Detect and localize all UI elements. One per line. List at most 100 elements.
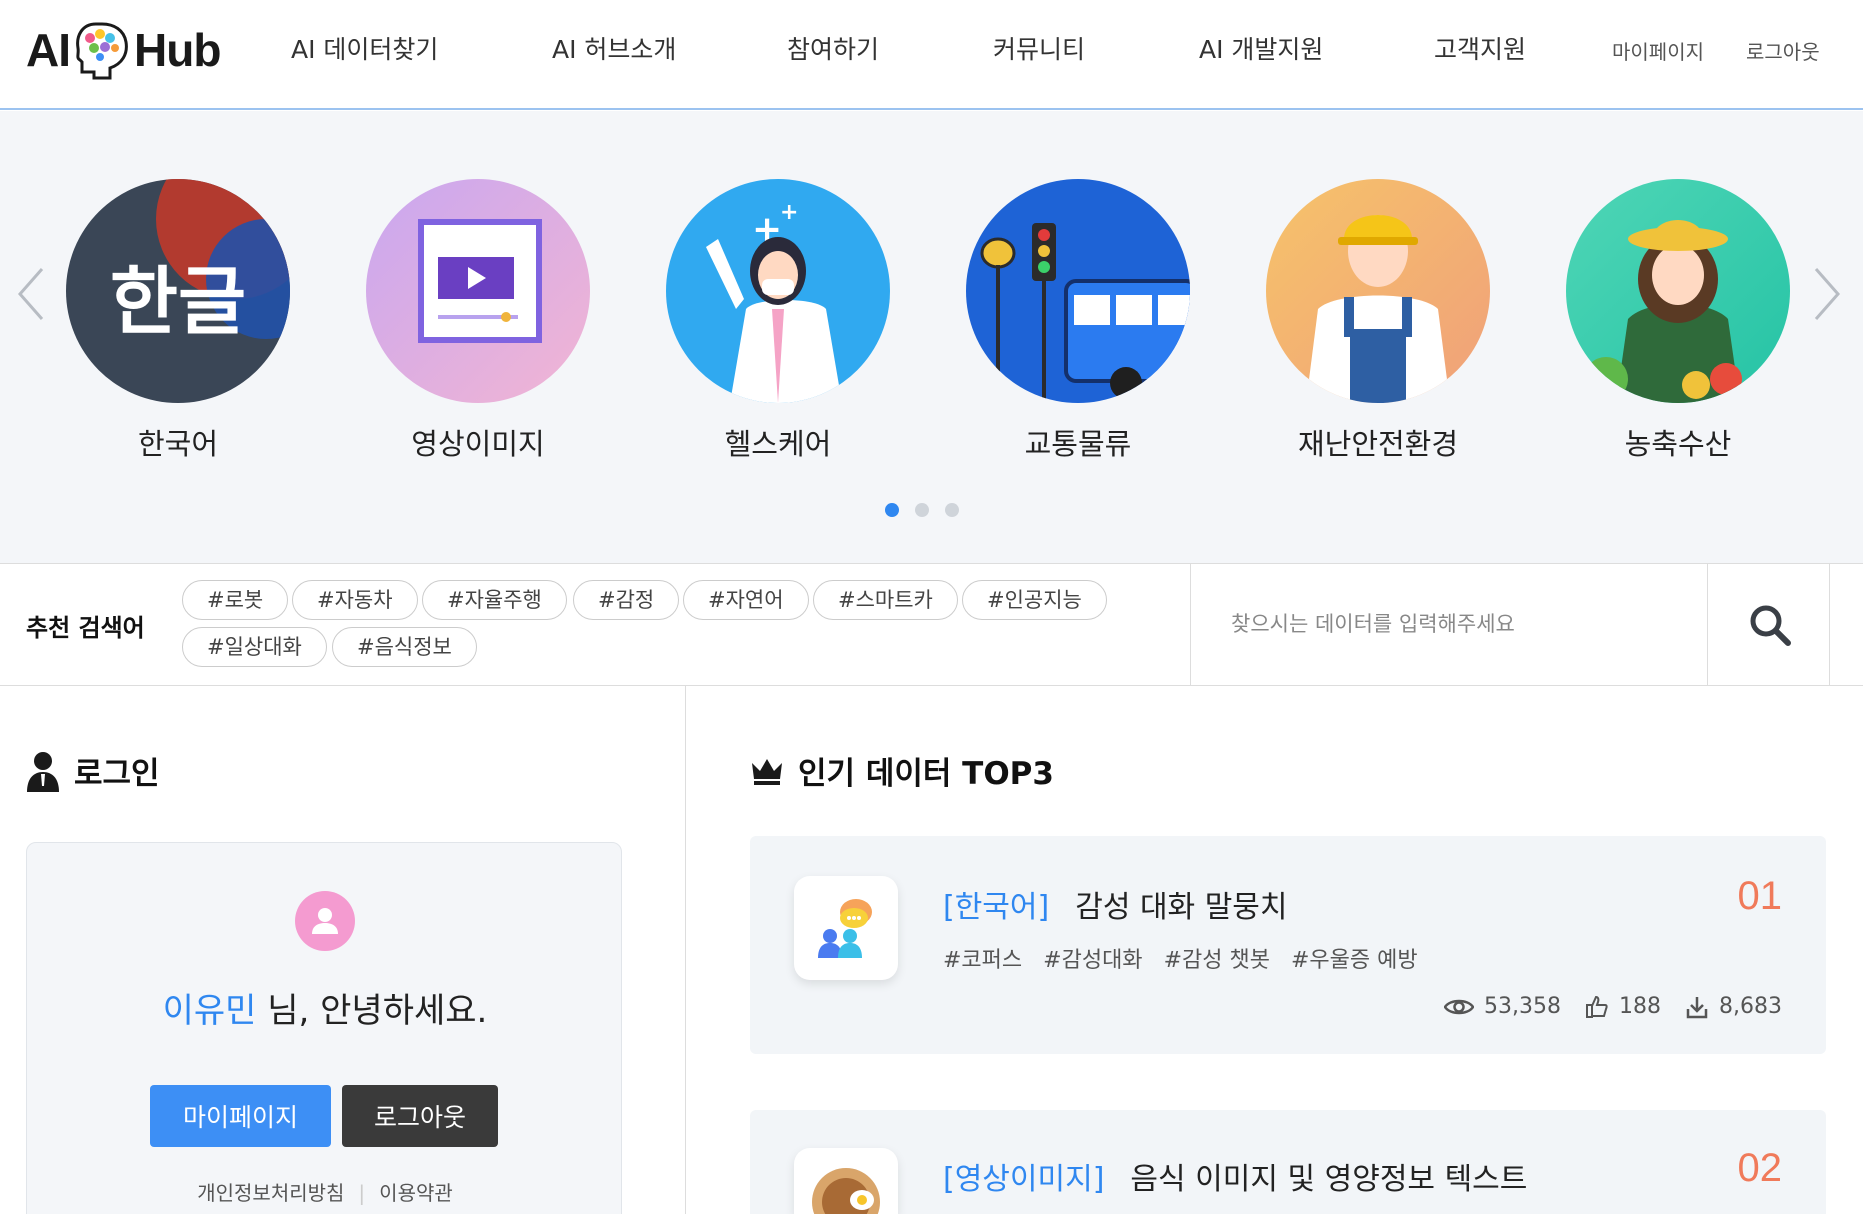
top3-title: 인기 데이터 TOP3 <box>798 756 1054 792</box>
top3-heading: 인기 데이터 TOP3 <box>750 748 1054 793</box>
category-label: 헬스케어 <box>724 427 832 461</box>
category-video-image[interactable]: 영상이미지 <box>366 179 590 463</box>
util-mypage-link[interactable]: 마이페이지 <box>1612 36 1704 65</box>
nav-community[interactable]: 커뮤니티 <box>993 30 1085 66</box>
site-logo[interactable]: AI Hub <box>26 18 221 82</box>
logo-hub-text: Hub <box>134 24 221 76</box>
search-icon <box>1750 605 1791 646</box>
chevron-right-icon[interactable] <box>1806 259 1846 329</box>
footer-links: 개인정보처리방침 | 이용약관 <box>27 1177 623 1206</box>
likes-stat: 188 <box>1585 994 1661 1019</box>
nav-find-data[interactable]: AI 데이터찾기 <box>291 30 438 66</box>
logout-button[interactable]: 로그아웃 <box>342 1085 498 1147</box>
category-label: 영상이미지 <box>411 427 545 461</box>
login-section: 로그인 이유민 님, 안녕하세요. 마이페이지 로그아웃 개인정보처리방침 | 이용… <box>0 686 686 1214</box>
greeting: 이유민 님, 안녕하세요. <box>27 983 623 1032</box>
card-category: [한국어] <box>943 890 1050 925</box>
search-row: 추천 검색어 #로봇 #자동차 #자율주행 #감정 #자연어 #스마트카 #인공… <box>0 564 1863 686</box>
bus-traffic-icon <box>966 179 1190 403</box>
search-button[interactable] <box>1707 564 1831 685</box>
category-agriculture[interactable]: 농축수산 <box>1566 179 1790 463</box>
greeting-suffix: 님, 안녕하세요. <box>256 991 488 1031</box>
eye-icon <box>1444 999 1475 1014</box>
user-name: 이유민 <box>162 991 257 1031</box>
link-divider: | <box>358 1181 366 1205</box>
category-slider: 한글 한국어 영상이미지 + + 헬스케어 교통물류 재난안전환경 농축수산 <box>0 111 1863 564</box>
login-heading: 로그인 <box>26 748 160 793</box>
popular-data-section: 인기 데이터 TOP3 [한국어] 감성 대화 말뭉치 01 #코퍼스 #감성대화… <box>687 686 1863 1214</box>
recommend-tag[interactable]: #자율주행 <box>422 580 567 620</box>
login-title: 로그인 <box>74 756 160 792</box>
rank-number: 01 <box>1737 874 1783 918</box>
recommend-tag[interactable]: #자동차 <box>292 580 418 620</box>
views-count: 53,358 <box>1484 994 1562 1019</box>
hangul-art-text: 한글 <box>110 259 246 345</box>
dialogue-icon <box>794 876 898 980</box>
card-dataset-name: 감성 대화 말뭉치 <box>1075 890 1288 925</box>
slider-pagination <box>885 503 959 517</box>
download-icon <box>1686 996 1708 1018</box>
food-icon <box>794 1148 898 1214</box>
recommend-tag[interactable]: #스마트카 <box>813 580 958 620</box>
brain-head-icon <box>76 22 128 80</box>
card-tag[interactable]: #감성대화 <box>1043 948 1142 973</box>
chevron-left-icon[interactable] <box>12 259 52 329</box>
nav-customer-support[interactable]: 고객지원 <box>1434 30 1526 66</box>
card-title: [영상이미지] 음식 이미지 및 영양정보 텍스트 <box>943 1154 1527 1198</box>
search-input[interactable] <box>1231 602 1691 646</box>
doctor-icon: + + <box>666 179 890 403</box>
rank-number: 02 <box>1737 1146 1783 1190</box>
card-stats: 53,358 188 8,683 <box>1430 994 1782 1019</box>
slider-dot-1[interactable] <box>885 503 899 517</box>
crown-icon <box>752 758 782 785</box>
user-icon <box>27 751 59 792</box>
recommend-tag[interactable]: #일상대화 <box>182 627 327 667</box>
video-image-icon <box>366 179 590 403</box>
slider-dot-2[interactable] <box>915 503 929 517</box>
category-label: 교통물류 <box>1024 427 1132 461</box>
downloads-count: 8,683 <box>1719 994 1782 1019</box>
category-traffic[interactable]: 교통물류 <box>966 179 1190 463</box>
recommend-tag[interactable]: #자연어 <box>683 580 809 620</box>
nav-ai-dev-support[interactable]: AI 개발지원 <box>1199 30 1323 66</box>
category-label: 농축수산 <box>1624 427 1732 461</box>
mypage-button[interactable]: 마이페이지 <box>150 1085 331 1147</box>
terms-link[interactable]: 이용약관 <box>379 1181 453 1205</box>
category-korean[interactable]: 한글 한국어 <box>66 179 290 463</box>
recommend-tag[interactable]: #음식정보 <box>332 627 477 667</box>
card-tag[interactable]: #우울증 예방 <box>1291 948 1418 973</box>
login-card: 이유민 님, 안녕하세요. 마이페이지 로그아웃 개인정보처리방침 | 이용약관 <box>26 842 622 1214</box>
top3-card-2[interactable]: [영상이미지] 음식 이미지 및 영양정보 텍스트 02 <box>750 1110 1826 1214</box>
category-disaster-safety[interactable]: 재난안전환경 <box>1266 179 1490 463</box>
worker-icon <box>1266 179 1490 403</box>
util-logout-link[interactable]: 로그아웃 <box>1746 36 1820 65</box>
hangul-icon: 한글 <box>66 179 290 403</box>
category-label: 재난안전환경 <box>1297 427 1459 461</box>
search-box <box>1190 564 1830 685</box>
avatar <box>295 891 355 951</box>
likes-count: 188 <box>1619 994 1662 1019</box>
recommend-tag[interactable]: #인공지능 <box>962 580 1107 620</box>
recommend-tag[interactable]: #감정 <box>573 580 680 620</box>
card-tags: #코퍼스 #감성대화 #감성 챗봇 #우울증 예방 <box>943 942 1432 974</box>
nav-hub-intro[interactable]: AI 허브소개 <box>552 30 676 66</box>
card-tag[interactable]: #코퍼스 <box>943 948 1022 973</box>
views-stat: 53,358 <box>1444 994 1561 1019</box>
recommend-tag[interactable]: #로봇 <box>182 580 289 620</box>
farmer-icon <box>1566 179 1790 403</box>
privacy-policy-link[interactable]: 개인정보처리방침 <box>197 1181 344 1205</box>
svg-text:+: + <box>780 200 798 225</box>
card-title: [한국어] 감성 대화 말뭉치 <box>943 882 1288 926</box>
top3-card-1[interactable]: [한국어] 감성 대화 말뭉치 01 #코퍼스 #감성대화 #감성 챗봇 #우울증… <box>750 836 1826 1054</box>
recommend-title: 추천 검색어 <box>26 614 145 642</box>
card-category: [영상이미지] <box>943 1162 1105 1197</box>
card-tag[interactable]: #감성 챗봇 <box>1164 948 1270 973</box>
nav-participate[interactable]: 참여하기 <box>787 30 879 66</box>
slider-dot-3[interactable] <box>945 503 959 517</box>
logo-ai-text: AI <box>26 24 71 76</box>
avatar-person-icon <box>312 908 338 934</box>
category-label: 한국어 <box>137 427 219 461</box>
category-healthcare[interactable]: + + 헬스케어 <box>666 179 890 463</box>
thumbs-up-icon <box>1586 995 1608 1018</box>
downloads-stat: 8,683 <box>1685 994 1782 1019</box>
